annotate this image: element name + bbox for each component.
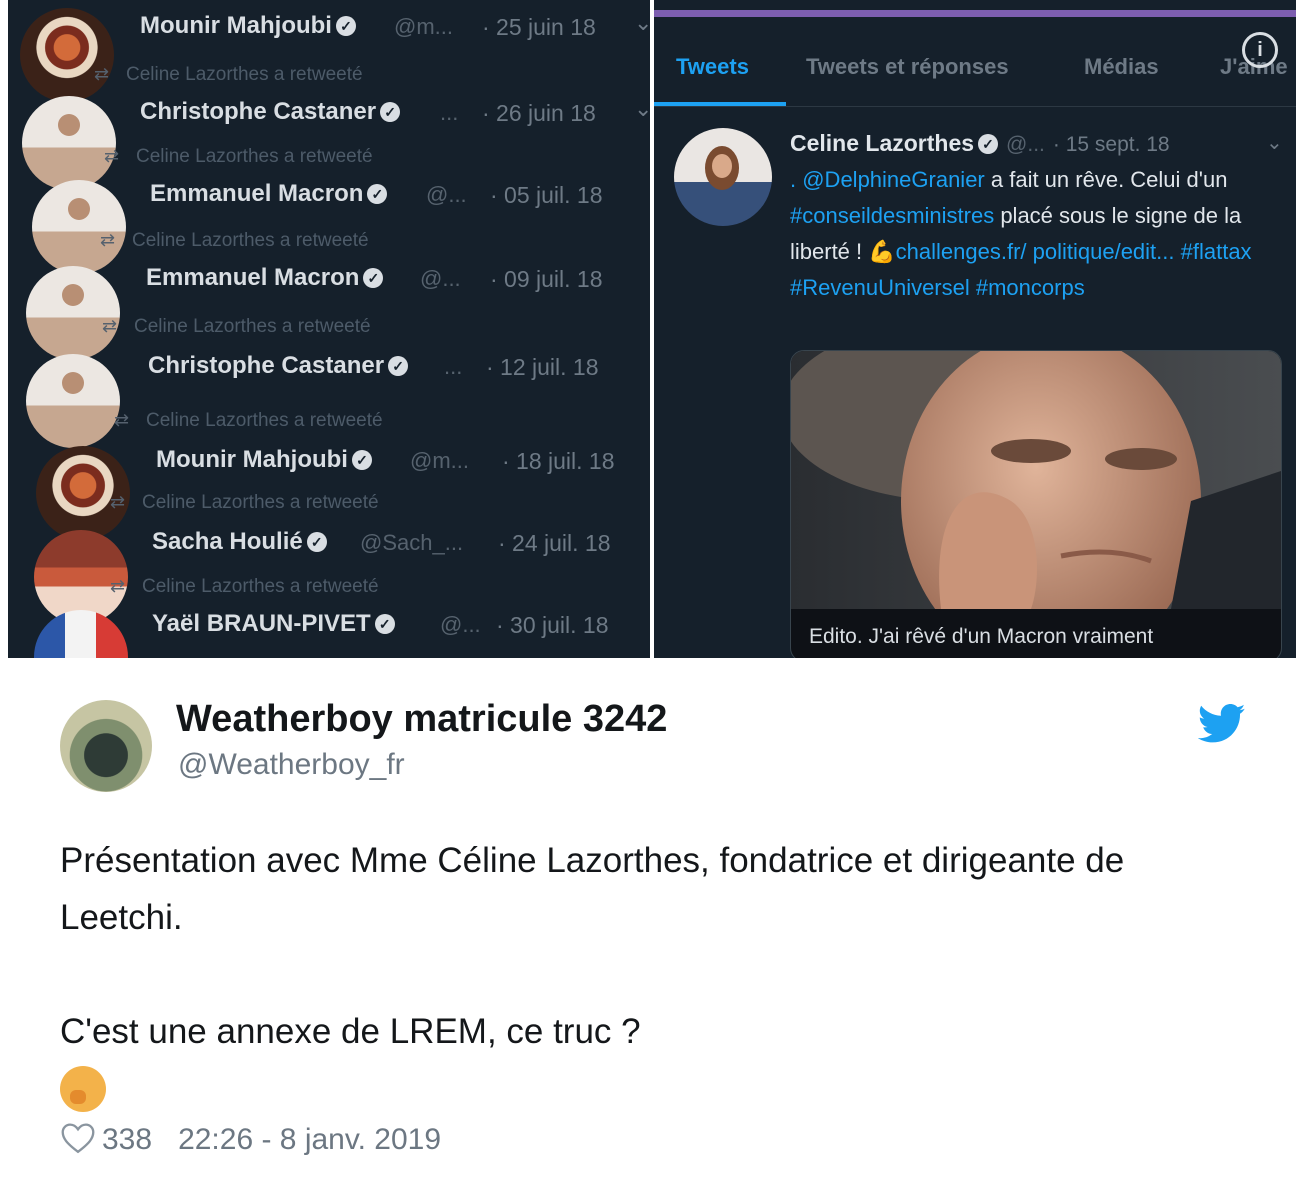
feed-item-date[interactable]: · 30 juil. 18 (496, 612, 609, 639)
verified-badge-icon: ✓ (367, 184, 388, 204)
retweet-feed-panel: Mounir Mahjoubi ✓ @m... · 25 juin 18 ⌄ ⇄ C… (8, 0, 650, 658)
tweet-author-name[interactable]: Celine Lazorthes ✓ (790, 130, 999, 156)
feed-item[interactable]: Sacha Houlié ✓ @Sach_... · 24 juil. 18 (8, 516, 650, 624)
feed-item-handle: ... (440, 100, 459, 125)
card-photo (791, 351, 1281, 609)
tweet-timestamp[interactable]: 22:26 - 8 janv. 2019 (178, 1123, 441, 1156)
avatar[interactable] (60, 700, 152, 792)
feed-item-date[interactable]: · 24 juil. 18 (498, 530, 611, 557)
tweet-paragraph: Présentation avec Mme Céline Lazorthes, … (60, 841, 1125, 937)
hashtag-link[interactable]: #conseildesministres (790, 203, 994, 228)
tab-media[interactable]: Médias (1084, 54, 1159, 80)
mention-link[interactable]: . @DelphineGranier (790, 167, 985, 192)
feed-item-date[interactable]: · 25 juin 18 (482, 14, 596, 41)
avatar[interactable] (674, 128, 772, 226)
feed-item-handle: @... (440, 612, 481, 637)
feed-item[interactable]: Christophe Castaner ✓ ... · 26 juin 18 ⌄ (8, 86, 650, 190)
verified-badge-icon: ✓ (380, 102, 401, 122)
embedded-tweet: Weatherboy matricule 3242 @Weatherboy_fr… (8, 660, 1296, 1189)
tweet-text-segment: a fait un rêve. Celui d'un (984, 167, 1228, 192)
tweet-author-name[interactable]: Weatherboy matricule 3242 (176, 698, 667, 741)
like-count[interactable]: 338 (102, 1123, 152, 1156)
feed-item-handle: ... (444, 354, 463, 379)
feed-item-name[interactable]: Mounir Mahjoubi ✓ (156, 446, 372, 474)
feed-item-name[interactable]: Christophe Castaner ✓ (140, 98, 401, 126)
retweet-label: ⇄ Celine Lazorthes a retweeté (104, 146, 373, 167)
retweet-label: ⇄ Celine Lazorthes a retweeté (110, 576, 379, 597)
feed-item-date[interactable]: · 26 juin 18 (482, 100, 596, 127)
verified-badge-icon: ✓ (388, 356, 409, 376)
tweet-footer: 338 22:26 - 8 janv. 2019 (60, 1122, 441, 1157)
avatar[interactable] (34, 610, 128, 658)
chevron-down-icon[interactable]: ⌄ (634, 10, 650, 36)
feed-item[interactable]: Mounir Mahjoubi ✓ @m... · 25 juin 18 ⌄ (8, 0, 650, 102)
retweet-icon: ⇄ (104, 146, 120, 166)
feed-item[interactable]: Emmanuel Macron ✓ @... · 05 juil. 18 (8, 168, 650, 274)
retweet-label: ⇄ Celine Lazorthes a retweeté (110, 492, 379, 513)
tweet-author-handle: @... (1006, 133, 1045, 156)
profile-panel: Tweets Tweets et réponses Médias J'aime … (654, 0, 1296, 658)
feed-item-name[interactable]: Emmanuel Macron ✓ (146, 264, 384, 292)
retweet-icon: ⇄ (100, 230, 116, 250)
retweet-icon: ⇄ (110, 492, 126, 512)
retweet-label: ⇄ Celine Lazorthes a retweeté (102, 316, 371, 337)
window-accent-bar (654, 10, 1296, 17)
tab-divider (654, 106, 1296, 107)
verified-badge-icon: ✓ (351, 450, 372, 470)
feed-item-handle: @m... (410, 448, 469, 473)
retweet-icon: ⇄ (114, 410, 130, 430)
flexed-biceps-emoji: 💪 (868, 239, 896, 264)
verified-badge-icon: ✓ (374, 614, 395, 634)
feed-item-name[interactable]: Christophe Castaner ✓ (148, 352, 409, 380)
feed-item[interactable]: Christophe Castaner ✓ ... · 12 juil. 18 (8, 340, 650, 448)
retweet-icon: ⇄ (94, 64, 110, 84)
feed-item[interactable]: Emmanuel Macron ✓ @... · 09 juil. 18 (8, 252, 650, 360)
feed-item[interactable]: Yaël BRAUN-PIVET ✓ @... · 30 juil. 18 (8, 598, 650, 658)
retweet-icon: ⇄ (102, 316, 118, 336)
feed-item-name[interactable]: Yaël BRAUN-PIVET ✓ (152, 610, 395, 638)
retweet-label: ⇄ Celine Lazorthes a retweeté (114, 410, 383, 431)
feed-item-handle: @... (420, 266, 461, 291)
tab-tweets-and-replies[interactable]: Tweets et réponses (806, 54, 1009, 80)
tweet-author-handle[interactable]: @Weatherboy_fr (178, 748, 405, 782)
thinking-face-icon (60, 1066, 106, 1112)
feed-item[interactable]: Mounir Mahjoubi ✓ @m... · 18 juil. 18 (8, 434, 650, 540)
tweet-date[interactable]: · 15 sept. 18 (1053, 133, 1170, 156)
heart-icon[interactable] (60, 1122, 96, 1154)
verified-badge-icon: ✓ (363, 268, 384, 288)
tweet-paragraph: C'est une annexe de LREM, ce truc ? (60, 1012, 641, 1051)
verified-badge-icon: ✓ (306, 532, 327, 552)
tweet-header: Celine Lazorthes ✓ @... · 15 sept. 18 (790, 130, 1170, 157)
feed-item-date[interactable]: · 05 juil. 18 (490, 182, 603, 209)
hashtag-link[interactable]: #flattax (1175, 239, 1252, 264)
feed-item-date[interactable]: · 18 juil. 18 (502, 448, 615, 475)
link-preview-card[interactable]: Edito. J'ai rêvé d'un Macron vraiment (790, 350, 1282, 658)
card-title[interactable]: Edito. J'ai rêvé d'un Macron vraiment (809, 625, 1153, 649)
retweet-label: ⇄ Celine Lazorthes a retweeté (94, 64, 363, 85)
verified-badge-icon: ✓ (978, 134, 999, 154)
tab-tweets[interactable]: Tweets (676, 54, 749, 80)
feed-item-name[interactable]: Emmanuel Macron ✓ (150, 180, 388, 208)
twitter-bird-icon[interactable] (1198, 704, 1246, 744)
verified-badge-icon: ✓ (335, 16, 356, 36)
url-link[interactable]: challenges.fr/ politique/edit... (896, 239, 1175, 264)
hashtag-link[interactable]: #RevenuUniversel #moncorps (790, 275, 1085, 300)
chevron-down-icon[interactable]: ⌄ (634, 96, 650, 122)
feed-item-handle: @... (426, 182, 467, 207)
retweet-icon: ⇄ (110, 576, 126, 596)
feed-item-handle: @m... (394, 14, 453, 39)
feed-item-date[interactable]: · 09 juil. 18 (490, 266, 603, 293)
feed-item-date[interactable]: · 12 juil. 18 (486, 354, 599, 381)
retweet-label: ⇄ Celine Lazorthes a retweeté (100, 230, 369, 251)
feed-item-handle: @Sach_... (360, 530, 464, 555)
info-icon[interactable]: i (1242, 32, 1278, 68)
chevron-down-icon[interactable]: ⌄ (1266, 130, 1283, 155)
feed-item-name[interactable]: Mounir Mahjoubi ✓ (140, 12, 356, 40)
feed-item-name[interactable]: Sacha Houlié ✓ (152, 528, 327, 556)
tweet-text: Présentation avec Mme Céline Lazorthes, … (60, 832, 1240, 1129)
tweet-text: . @DelphineGranier a fait un rêve. Celui… (790, 162, 1280, 306)
